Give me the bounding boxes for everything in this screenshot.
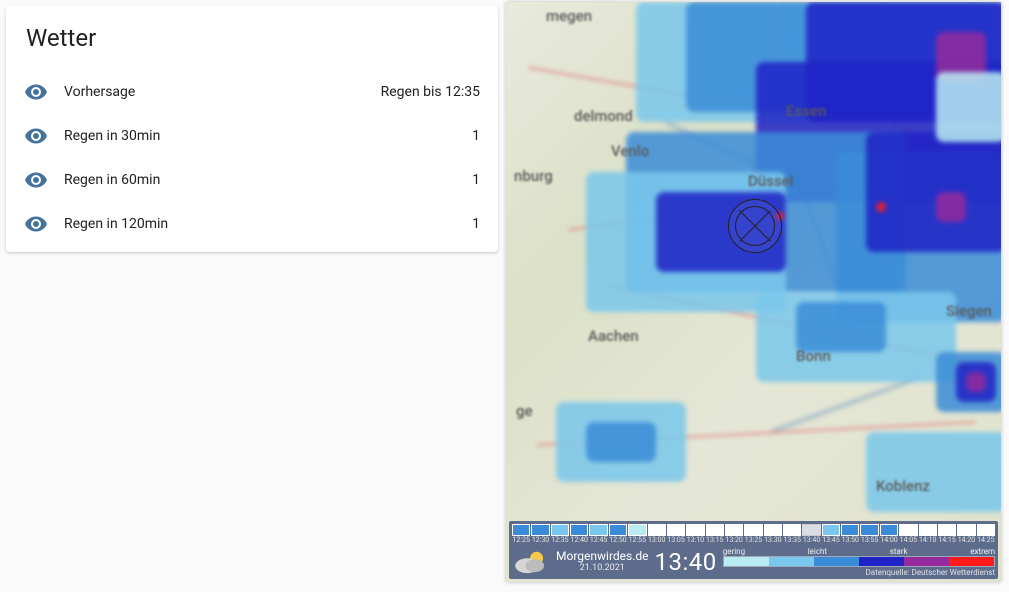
- timeline-slot[interactable]: 13:20: [725, 524, 743, 544]
- radar-timeline[interactable]: 12:2512:3012:3512:4012:4512:5012:5513:00…: [512, 524, 995, 544]
- timeline-slot[interactable]: 12:50: [609, 524, 627, 544]
- entity-row-rain-30[interactable]: Regen in 30min 1: [6, 114, 498, 158]
- eye-icon: [24, 168, 64, 192]
- legend-swatch: [949, 557, 994, 566]
- app-layout: Wetter Vorhersage Regen bis 12:35 Regen …: [0, 0, 1009, 592]
- map-crosshair-icon: [728, 199, 782, 253]
- legend-label: leicht: [808, 547, 827, 556]
- brand-block: Morgenwirdes.de 21.10.2021: [556, 550, 649, 574]
- entity-row-rain-60[interactable]: Regen in 60min 1: [6, 158, 498, 202]
- radar-map[interactable]: megendelmondVenlonburgEssenDüsselAachenB…: [506, 2, 1001, 582]
- brand-date: 21.10.2021: [556, 562, 649, 574]
- legend-label: extrem: [970, 547, 995, 556]
- entity-row-forecast[interactable]: Vorhersage Regen bis 12:35: [6, 70, 498, 114]
- timeline-slot[interactable]: 13:00: [648, 524, 666, 544]
- entity-value: 1: [472, 128, 480, 144]
- timeline-slot[interactable]: 13:45: [822, 524, 840, 544]
- entity-name: Vorhersage: [64, 84, 381, 100]
- timeline-slot[interactable]: 14:10: [919, 524, 937, 544]
- eye-icon: [24, 212, 64, 236]
- entity-name: Regen in 30min: [64, 128, 472, 144]
- brand-title: Morgenwirdes.de: [556, 550, 649, 562]
- weather-card: Wetter Vorhersage Regen bis 12:35 Regen …: [6, 6, 498, 252]
- timeline-slot[interactable]: 13:35: [783, 524, 801, 544]
- entity-row-rain-120[interactable]: Regen in 120min 1: [6, 202, 498, 246]
- legend-swatch: [769, 557, 814, 566]
- timeline-slot[interactable]: 14:20: [957, 524, 975, 544]
- timeline-slot[interactable]: 13:30: [764, 524, 782, 544]
- timeline-slot[interactable]: 13:55: [860, 524, 878, 544]
- timeline-slot[interactable]: 13:05: [667, 524, 685, 544]
- entity-value: 1: [472, 216, 480, 232]
- data-attribution: Datenquelle: Deutscher Wetterdienst: [723, 568, 995, 577]
- timeline-slot[interactable]: 13:50: [841, 524, 859, 544]
- timeline-slot[interactable]: 14:15: [938, 524, 956, 544]
- legend-label: gering: [723, 547, 745, 556]
- timeline-slot[interactable]: 13:15: [706, 524, 724, 544]
- timeline-slot[interactable]: 12:30: [531, 524, 549, 544]
- legend-swatch: [859, 557, 904, 566]
- timeline-slot[interactable]: 12:40: [570, 524, 588, 544]
- current-time: 13:40: [655, 548, 717, 576]
- legend-swatch: [724, 557, 769, 566]
- timeline-slot[interactable]: 12:25: [512, 524, 530, 544]
- card-title: Wetter: [6, 6, 498, 70]
- timeline-slot[interactable]: 13:10: [686, 524, 704, 544]
- eye-icon: [24, 124, 64, 148]
- timeline-slot[interactable]: 12:45: [589, 524, 607, 544]
- timeline-slot[interactable]: 12:55: [628, 524, 646, 544]
- entity-value: 1: [472, 172, 480, 188]
- legend-label: stark: [890, 547, 908, 556]
- eye-icon: [24, 80, 64, 104]
- map-art: [506, 2, 1001, 582]
- radar-footer: 12:2512:3012:3512:4012:4512:5012:5513:00…: [509, 521, 998, 579]
- timeline-slot[interactable]: 13:25: [744, 524, 762, 544]
- timeline-slot[interactable]: 13:40: [802, 524, 820, 544]
- entity-value: Regen bis 12:35: [381, 84, 480, 100]
- weather-partly-cloudy-icon: [512, 549, 550, 575]
- timeline-slot[interactable]: 14:25: [977, 524, 995, 544]
- entity-name: Regen in 120min: [64, 216, 472, 232]
- timeline-slot[interactable]: 12:35: [551, 524, 569, 544]
- timeline-slot[interactable]: 14:00: [880, 524, 898, 544]
- entity-name: Regen in 60min: [64, 172, 472, 188]
- intensity-legend: gering leicht stark extrem Datenquelle: Deu…: [723, 547, 995, 577]
- legend-swatch: [814, 557, 859, 566]
- legend-swatch: [904, 557, 949, 566]
- timeline-slot[interactable]: 14:05: [899, 524, 917, 544]
